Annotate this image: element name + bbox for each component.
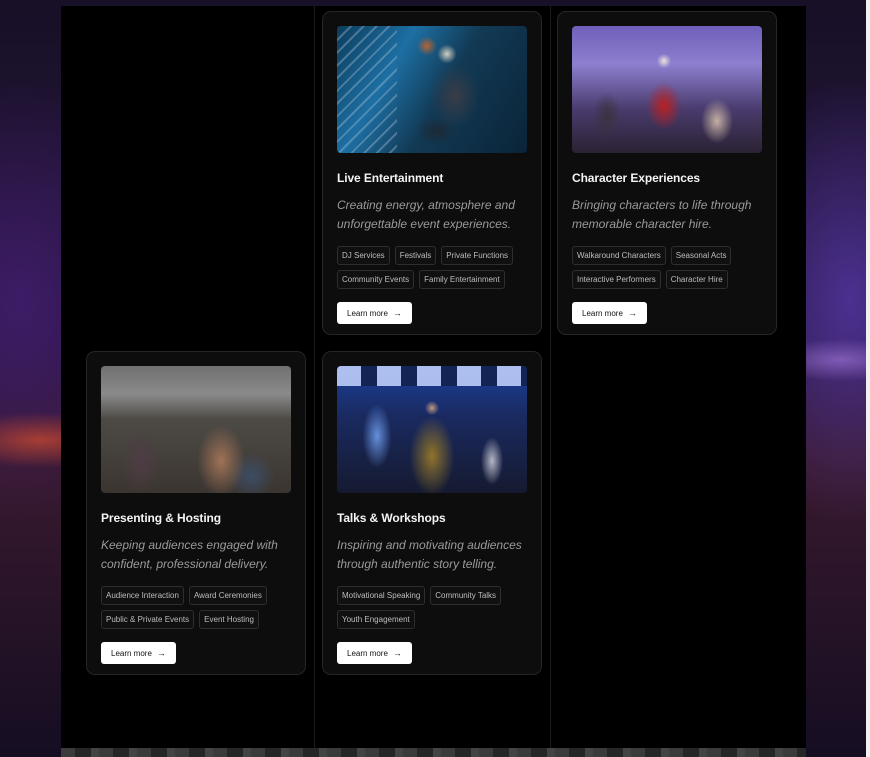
tag: Private Functions [441, 246, 514, 265]
column-divider [550, 6, 551, 748]
button-label: Learn more [347, 308, 388, 318]
learn-more-button[interactable]: Learn more → [101, 642, 176, 664]
column-divider [314, 6, 315, 748]
card-description: Bringing characters to life through memo… [572, 198, 752, 231]
service-card-live-entertainment: Live Entertainment Creating energy, atmo… [322, 11, 542, 335]
learn-more-button[interactable]: Learn more → [572, 302, 647, 324]
crowd-photo [101, 366, 291, 493]
tag: Seasonal Acts [670, 246, 732, 265]
tag: Event Hosting [199, 610, 259, 629]
service-card-presenting-hosting: Presenting & Hosting Keeping audiences e… [86, 351, 306, 675]
card-description: Keeping audiences engaged with confident… [101, 538, 278, 571]
card-title: Presenting & Hosting [101, 511, 222, 525]
tag: Youth Engagement [337, 610, 415, 629]
card-title: Live Entertainment [337, 171, 444, 185]
tag-list: Motivational Speaking Community Talks Yo… [337, 586, 533, 629]
learn-more-button[interactable]: Learn more → [337, 302, 412, 324]
tag: Motivational Speaking [337, 586, 426, 605]
service-card-character-experiences: Character Experiences Bringing character… [557, 11, 777, 335]
arrow-right-icon: → [392, 648, 402, 658]
tag: Festivals [394, 246, 437, 265]
tag: Award Ceremonies [188, 586, 267, 605]
card-description: Creating energy, atmosphere and unforget… [337, 198, 515, 231]
tag: Public & Private Events [101, 610, 195, 629]
card-title: Character Experiences [572, 171, 700, 185]
button-label: Learn more [582, 308, 623, 318]
character-photo [572, 26, 762, 153]
service-card-talks-workshops: Talks & Workshops Inspiring and motivati… [322, 351, 542, 675]
tag-list: Audience Interaction Award Ceremonies Pu… [101, 586, 297, 629]
tag: Audience Interaction [101, 586, 184, 605]
speaker-photo [337, 366, 527, 493]
tag: Community Events [337, 270, 415, 289]
tag: DJ Services [337, 246, 390, 265]
tag-list: DJ Services Festivals Private Functions … [337, 246, 533, 289]
tag: Interactive Performers [572, 270, 661, 289]
dj-photo [337, 26, 527, 153]
tag: Family Entertainment [419, 270, 505, 289]
button-label: Learn more [111, 648, 152, 658]
arrow-right-icon: → [156, 648, 166, 658]
card-description: Inspiring and motivating audiences throu… [337, 538, 522, 571]
card-title: Talks & Workshops [337, 511, 446, 525]
tag-list: Walkaround Characters Seasonal Acts Inte… [572, 246, 768, 289]
arrow-right-icon: → [392, 308, 402, 318]
services-grid: Live Entertainment Creating energy, atmo… [61, 6, 806, 748]
tag: Character Hire [665, 270, 728, 289]
tag: Community Talks [430, 586, 502, 605]
button-label: Learn more [347, 648, 388, 658]
footer-image-strip [61, 748, 806, 757]
scrollbar-track[interactable] [866, 0, 870, 757]
learn-more-button[interactable]: Learn more → [337, 642, 412, 664]
tag: Walkaround Characters [572, 246, 666, 265]
arrow-right-icon: → [627, 308, 637, 318]
